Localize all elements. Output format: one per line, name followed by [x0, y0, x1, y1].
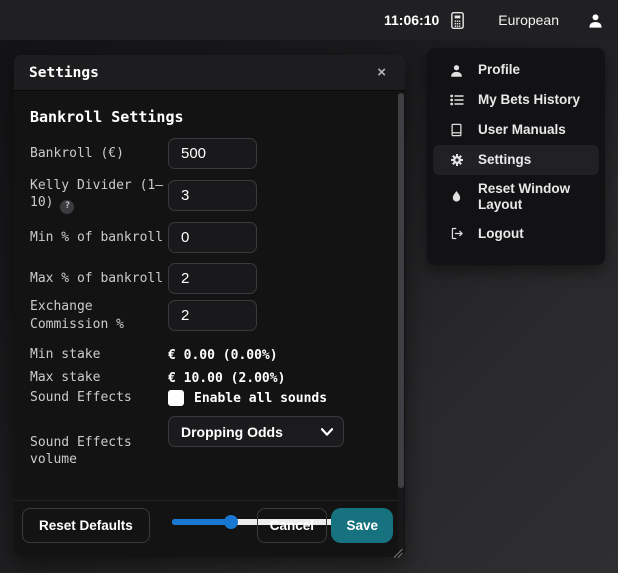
max-stake-label: Max stake	[30, 370, 101, 386]
bankroll-label: Bankroll (€)	[30, 145, 124, 161]
reset-layout-icon	[448, 190, 465, 204]
exchange-commission-label: Exchange Commission %	[30, 299, 124, 332]
menu-item-label: My Bets History	[478, 92, 581, 108]
menu-item-label: User Manuals	[478, 122, 566, 138]
kelly-divider-row: Kelly Divider (1–10)?	[30, 177, 387, 215]
max-pct-label: Max % of bankroll	[30, 270, 164, 286]
clock: 11:06:10	[384, 12, 440, 28]
reset-defaults-button[interactable]: Reset Defaults	[22, 508, 150, 543]
max-pct-input[interactable]	[168, 263, 257, 294]
top-bar: 11:06:10 European	[0, 0, 618, 40]
save-button[interactable]: Save	[331, 508, 393, 543]
profile-icon	[448, 63, 465, 78]
settings-gear-icon	[448, 152, 465, 168]
sound-effects-row: Sound Effects Enable all sounds	[30, 389, 387, 407]
menu-item-logout[interactable]: Logout	[433, 219, 599, 249]
logout-icon	[448, 226, 465, 241]
bankroll-input[interactable]	[168, 138, 257, 169]
menu-item-label: Reset Window Layout	[478, 181, 571, 212]
bets-history-icon	[448, 92, 465, 108]
volume-label-row: Sound Effects volume	[30, 434, 387, 468]
min-pct-label: Min % of bankroll	[30, 229, 164, 245]
kelly-divider-label: Kelly Divider (1–10)?	[30, 177, 168, 215]
kelly-divider-input[interactable]	[168, 180, 257, 211]
exchange-commission-row: Exchange Commission %	[30, 299, 387, 332]
max-stake-row: Max stake € 10.00 (2.00%)	[30, 369, 387, 387]
section-title: Bankroll Settings	[30, 108, 184, 126]
dialog-title: Settings	[29, 64, 99, 81]
menu-item-reset-window-layout[interactable]: Reset Window Layout	[433, 175, 599, 219]
min-stake-value: € 0.00 (0.00%)	[168, 347, 278, 363]
enable-all-sounds-checkbox[interactable]	[168, 390, 184, 406]
menu-item-user-manuals[interactable]: User Manuals	[433, 115, 599, 145]
menu-item-label: Profile	[478, 62, 521, 78]
calculator-icon[interactable]	[449, 11, 466, 30]
sound-effects-label: Sound Effects	[30, 390, 132, 406]
user-manuals-icon	[448, 122, 465, 138]
odds-format-label[interactable]: European	[498, 12, 559, 28]
exchange-commission-input[interactable]	[168, 300, 257, 331]
cancel-button[interactable]: Cancel	[256, 508, 327, 543]
bankroll-row: Bankroll (€)	[30, 138, 387, 169]
menu-item-profile[interactable]: Profile	[433, 55, 599, 85]
min-pct-row: Min % of bankroll	[30, 222, 387, 253]
user-account-icon[interactable]	[587, 12, 604, 29]
close-icon[interactable]: ×	[373, 63, 390, 82]
dialog-scrollbar[interactable]	[398, 93, 404, 553]
settings-dialog: Settings × Bankroll Settings Bankroll (€…	[14, 55, 405, 558]
menu-item-my-bets-history[interactable]: My Bets History	[433, 85, 599, 115]
min-stake-row: Min stake € 0.00 (0.00%)	[30, 346, 387, 364]
min-stake-label: Min stake	[30, 347, 101, 363]
slider-fill	[172, 519, 231, 525]
scrollbar-thumb[interactable]	[398, 93, 404, 488]
max-pct-row: Max % of bankroll	[30, 263, 387, 294]
menu-item-label: Logout	[478, 225, 524, 241]
modal-resize-handle[interactable]	[393, 545, 403, 558]
footer-divider	[14, 500, 405, 501]
menu-item-label: Settings	[478, 152, 532, 168]
help-icon[interactable]: ?	[60, 200, 75, 215]
sound-effects-volume-label: Sound Effects volume	[30, 435, 132, 468]
min-pct-input[interactable]	[168, 222, 257, 253]
enable-all-sounds-label: Enable all sounds	[194, 390, 328, 406]
menu-item-settings[interactable]: Settings	[433, 145, 599, 175]
user-menu: Profile My Bets History User Manuals Set…	[427, 48, 605, 265]
slider-thumb[interactable]	[223, 515, 238, 529]
max-stake-value: € 10.00 (2.00%)	[168, 370, 286, 386]
dialog-header: Settings ×	[14, 55, 405, 91]
